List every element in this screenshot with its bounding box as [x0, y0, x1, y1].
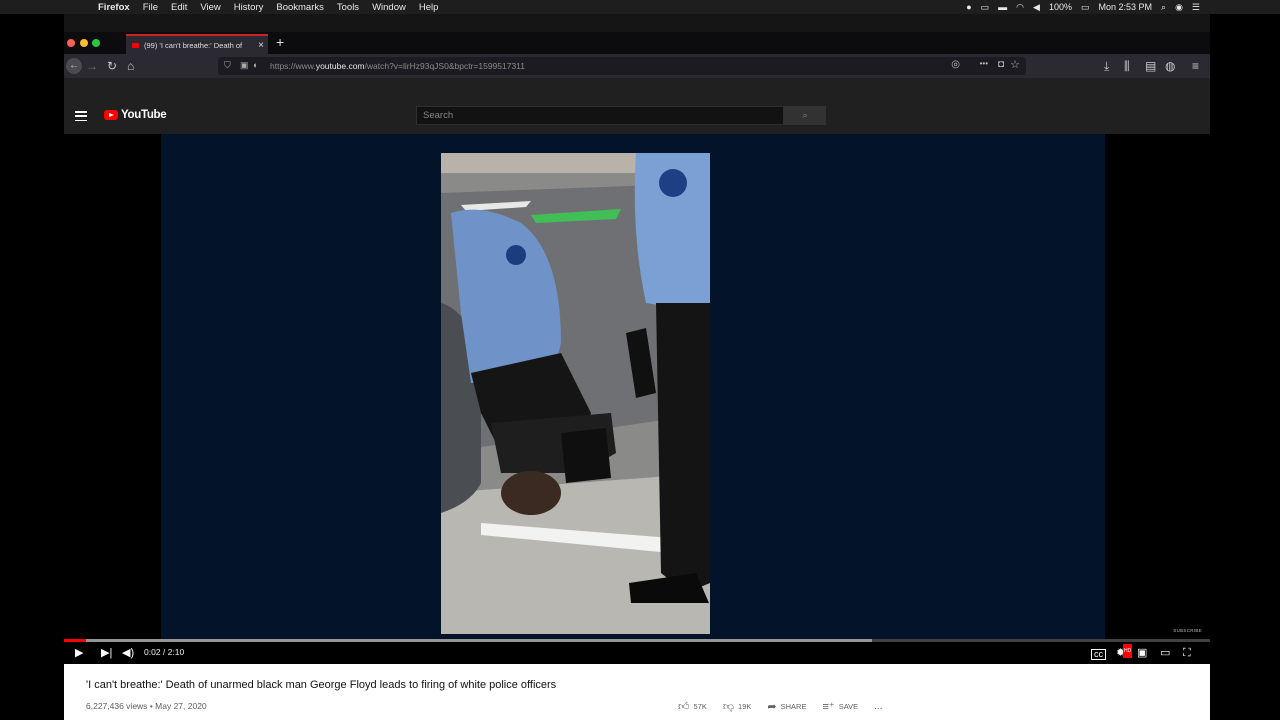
minimize-window-button[interactable] [80, 39, 88, 47]
dislike-button[interactable]: 👎︎ 19K [723, 700, 752, 713]
navigation-toolbar: ← → ↻ ⌂ ⛉ ▣ ◐ https://www.youtube.com/wa… [64, 54, 1210, 78]
library-icon[interactable]: ⫼ [1124, 58, 1130, 74]
battery-icon: ▭ [1080, 1, 1090, 12]
hd-badge: HD [1123, 644, 1133, 658]
tab-strip: (99) 'I can't breathe:' Death of × + [64, 32, 1210, 54]
url-prefix: https://www. [270, 61, 316, 71]
siri-icon[interactable]: ◉ [1175, 2, 1183, 13]
publish-date: May 27, 2020 [155, 701, 207, 711]
captions-button[interactable]: cc [1091, 649, 1106, 660]
page-actions-icon[interactable]: ••• [980, 59, 988, 68]
home-button[interactable]: ⌂ [127, 58, 134, 74]
zoom-window-button[interactable] [92, 39, 100, 47]
url-domain: youtube.com [315, 61, 365, 71]
app-menu: Firefox File Edit View History Bookmarks… [0, 2, 451, 13]
subscribe-watermark[interactable]: SUBSCRIBE [1173, 628, 1202, 633]
clock[interactable]: Mon 2:53 PM [1098, 2, 1152, 12]
permissions-icon[interactable]: ◐ [253, 60, 258, 70]
youtube-play-icon [104, 110, 118, 120]
status-area: ● ▭ ▬ ◠ ◀ 100% ▭ Mon 2:53 PM ⌕ ◉ ☰ [966, 0, 1200, 14]
video-meta: 6,227,436 views • May 27, 2020 [86, 701, 207, 711]
time-display: 0:02 / 2:10 [144, 647, 185, 657]
search-button[interactable]: ⌕ [784, 106, 826, 125]
airplay-icon[interactable]: ▭ [981, 2, 990, 13]
save-label: SAVE [838, 702, 859, 711]
menu-tools[interactable]: Tools [337, 2, 359, 13]
search-input[interactable]: Search [416, 106, 784, 125]
theater-mode-icon[interactable]: ▭ [1160, 646, 1170, 660]
play-button[interactable]: ▶ [75, 646, 83, 660]
reload-button[interactable]: ↻ [107, 58, 117, 74]
forward-button[interactable]: → [86, 58, 98, 74]
app-name-menu[interactable]: Firefox [98, 2, 130, 13]
thumbs-down-icon: 👎︎ [722, 701, 735, 713]
view-count: 6,227,436 views [86, 701, 148, 711]
youtube-header: YouTube Search ⌕ [64, 98, 1210, 134]
location-icon[interactable]: ◎ [951, 59, 960, 70]
page-top-pad [64, 78, 1210, 98]
share-button[interactable]: ➦ SHARE [767, 700, 806, 713]
url-bar[interactable]: ⛉ ▣ ◐ https://www.youtube.com/watch?v=li… [218, 57, 1026, 75]
hamburger-menu-icon[interactable] [75, 111, 87, 121]
video-frame[interactable] [441, 153, 710, 634]
spotlight-icon[interactable]: ⌕ [1161, 2, 1166, 13]
more-icon: ... [874, 701, 883, 712]
account-icon[interactable]: ◍ [1165, 58, 1175, 74]
tab-title: (99) 'I can't breathe:' Death of [144, 40, 243, 50]
youtube-logo[interactable]: YouTube [104, 109, 167, 121]
video-actions: 👍︎ 57K 👎︎ 19K ➦ SHARE ≡⁺ SAVE ... [678, 700, 898, 713]
notification-center-icon[interactable]: ☰ [1192, 2, 1200, 13]
bookmark-star-icon[interactable]: ☆ [1010, 58, 1020, 71]
wifi-icon[interactable]: ◠ [1016, 2, 1024, 13]
menu-view[interactable]: View [200, 2, 220, 13]
save-button[interactable]: ≡⁺ SAVE [822, 700, 858, 713]
share-arrow-icon: ➦ [767, 701, 777, 713]
sidebar-icon[interactable]: ▤ [1145, 58, 1156, 74]
menu-bookmarks[interactable]: Bookmarks [276, 2, 324, 13]
miniplayer-icon[interactable]: ▣ [1137, 646, 1147, 660]
menu-window[interactable]: Window [372, 2, 406, 13]
playlist-add-icon: ≡⁺ [822, 701, 835, 713]
pocket-icon[interactable]: ◘ [998, 59, 1004, 70]
desktop-edge [1210, 14, 1280, 720]
video-info: 'I can't breathe:' Death of unarmed blac… [64, 664, 1210, 720]
url-path: /watch?v=lirHz93qJS0&bpctr=1599517311 [364, 61, 526, 71]
volume-button[interactable]: ◀) [122, 646, 134, 660]
menu-edit[interactable]: Edit [171, 2, 187, 13]
more-actions-button[interactable]: ... [874, 701, 882, 712]
menu-file[interactable]: File [143, 2, 158, 13]
like-count: 57K [693, 702, 707, 711]
flag-icon[interactable]: ▬ [998, 2, 1007, 12]
next-button[interactable]: ▶| [101, 646, 112, 660]
menu-history[interactable]: History [234, 2, 264, 13]
macos-menubar: Firefox File Edit View History Bookmarks… [0, 0, 1280, 14]
settings-gear-icon[interactable]: ✹ HD [1116, 644, 1133, 660]
dislike-count: 19K [738, 702, 752, 711]
lock-icon[interactable]: ▣ [240, 60, 249, 71]
close-window-button[interactable] [67, 39, 75, 47]
shield-icon[interactable]: ⛉ [224, 60, 231, 71]
battery-text[interactable]: 100% [1049, 2, 1072, 12]
background-window-strip [64, 14, 1210, 32]
downloads-icon[interactable]: ⤓ [1104, 58, 1109, 74]
new-tab-button[interactable]: + [276, 34, 284, 50]
volume-icon[interactable]: ◀ [1033, 2, 1040, 13]
status-app-icon[interactable]: ● [966, 2, 971, 12]
url-text[interactable]: https://www.youtube.com/watch?v=lirHz93q… [270, 61, 525, 71]
thumbs-up-icon: 👍︎ [678, 701, 690, 713]
tab-close-icon[interactable]: × [258, 40, 268, 51]
back-button[interactable]: ← [66, 58, 82, 74]
share-label: SHARE [780, 702, 807, 711]
tab-youtube[interactable]: (99) 'I can't breathe:' Death of × [126, 34, 268, 54]
menu-help[interactable]: Help [419, 2, 439, 13]
video-title: 'I can't breathe:' Death of unarmed blac… [86, 679, 557, 691]
player-controls: ▶ ▶| ◀) 0:02 / 2:10 cc ✹ HD ▣ ▭ ⛶ [64, 642, 1210, 664]
youtube-favicon-icon [132, 42, 139, 48]
app-menu-icon[interactable]: ≡ [1192, 58, 1199, 74]
like-button[interactable]: 👍︎ 57K [678, 700, 707, 713]
fullscreen-icon[interactable]: ⛶ [1183, 646, 1191, 660]
youtube-logo-text: YouTube [121, 109, 167, 121]
search-icon: ⌕ [802, 110, 808, 120]
